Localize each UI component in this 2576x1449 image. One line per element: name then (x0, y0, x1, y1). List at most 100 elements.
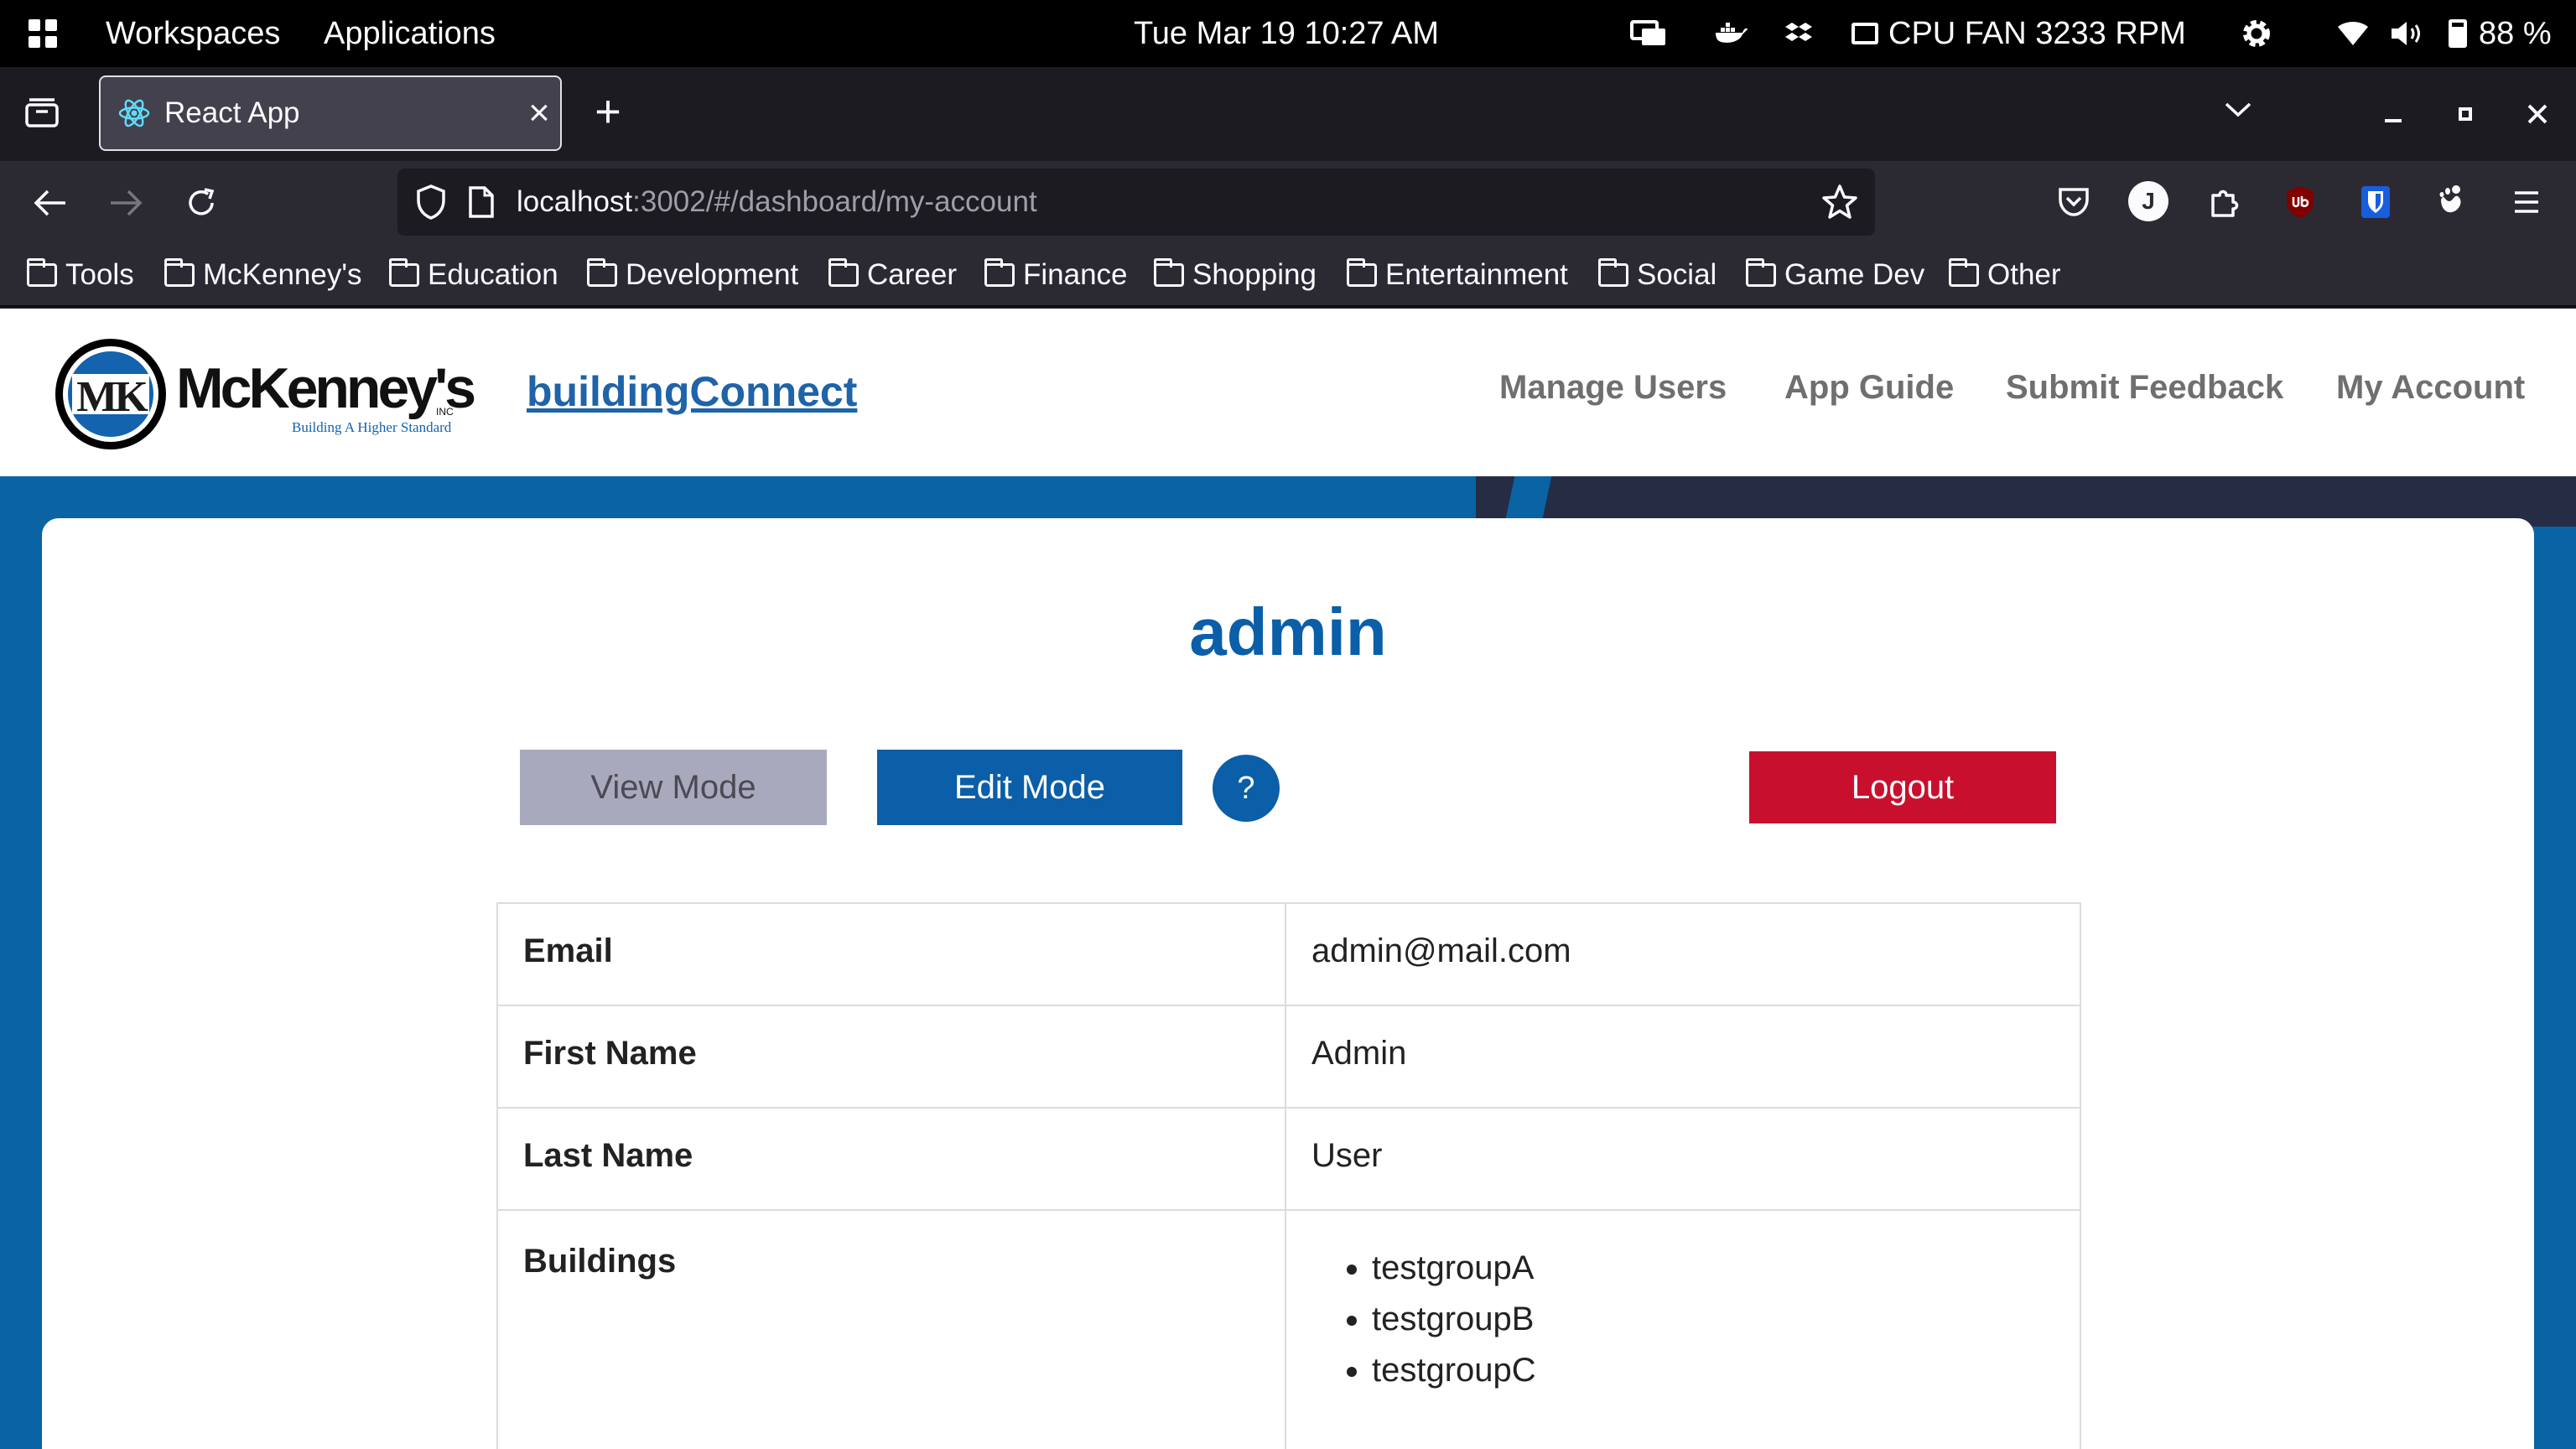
table-row: Buildings testgroupA testgroupB testgrou… (496, 1209, 2081, 1449)
wifi-icon[interactable] (2336, 0, 2370, 67)
reload-icon[interactable] (181, 183, 221, 223)
account-details-table: Email admin@mail.com First Name Admin La… (496, 902, 2081, 1449)
mckenneys-logo[interactable]: MK McKenney's INC Building A Higher Stan… (52, 335, 488, 453)
folder-icon (1154, 258, 1184, 287)
nav-submit-feedback[interactable]: Submit Feedback (2006, 369, 2283, 407)
workspaces-button[interactable]: Workspaces (106, 0, 280, 67)
list-item: testgroupC (1372, 1345, 2054, 1396)
hamburger-menu-icon[interactable] (2506, 181, 2547, 223)
bookmark-folder-career[interactable]: Career (828, 253, 957, 297)
bookmark-label: Shopping (1192, 258, 1317, 291)
bookmark-label: Other (1987, 258, 2061, 291)
account-username-heading: admin (1189, 595, 1387, 669)
system-top-bar: Workspaces Applications Tue Mar 19 10:27… (0, 0, 2576, 67)
page-info-icon[interactable] (468, 185, 495, 219)
bookmark-star-icon[interactable] (1821, 184, 1858, 221)
close-window-icon[interactable] (2521, 97, 2554, 131)
folder-icon (389, 258, 419, 287)
nav-manage-users[interactable]: Manage Users (1499, 369, 1727, 407)
table-row: Last Name User (496, 1107, 2081, 1211)
folder-icon (587, 258, 617, 287)
account-card: admin View Mode Edit Mode ? Logout Email… (42, 518, 2534, 1449)
buildings-label: Buildings (496, 1209, 1286, 1449)
url-host: localhost (517, 185, 633, 218)
bookmark-folder-shopping[interactable]: Shopping (1154, 253, 1317, 297)
app-grid-icon[interactable] (29, 19, 57, 48)
email-label: Email (496, 902, 1286, 1006)
edit-mode-button[interactable]: Edit Mode (877, 750, 1182, 825)
logout-button[interactable]: Logout (1749, 751, 2056, 823)
bookmark-label: Entertainment (1385, 258, 1568, 291)
tab-strip: React App × + (0, 67, 2576, 161)
new-tab-icon[interactable]: + (587, 86, 629, 137)
forward-icon[interactable] (106, 183, 146, 223)
logo-wordmark: McKenney's (176, 356, 476, 420)
bookmark-label: Social (1637, 258, 1717, 291)
pocket-icon[interactable] (2053, 181, 2095, 223)
settings-gear-icon[interactable] (2239, 0, 2274, 67)
tab-title: React App (164, 96, 300, 129)
list-all-tabs-icon[interactable] (2219, 91, 2257, 129)
dropbox-icon[interactable] (1784, 0, 1813, 67)
bookmark-folder-tools[interactable]: Tools (27, 253, 134, 297)
folder-icon (164, 258, 195, 287)
minimize-icon[interactable] (2378, 99, 2408, 129)
logo-inc: INC (436, 406, 454, 418)
maximize-icon[interactable] (2450, 99, 2480, 129)
nav-my-account[interactable]: My Account (2336, 369, 2525, 407)
view-mode-button[interactable]: View Mode (520, 750, 827, 825)
bookmark-folder-social[interactable]: Social (1598, 253, 1716, 297)
bookmark-folder-finance[interactable]: Finance (984, 253, 1128, 297)
battery-indicator[interactable]: 88 % (2449, 0, 2552, 67)
navigation-toolbar: localhost:3002/#/dashboard/my-account J (0, 161, 2576, 243)
buildings-list: testgroupA testgroupB testgroupC (1311, 1243, 2054, 1396)
brand-home-link[interactable]: buildingConnect (527, 367, 857, 416)
logo-initials: MK (76, 373, 148, 421)
docker-icon[interactable] (1714, 0, 1748, 67)
bookmark-folder-other[interactable]: Other (1949, 253, 2061, 297)
bookmark-label: Finance (1023, 258, 1128, 291)
folder-icon (1598, 258, 1628, 287)
bookmark-label: Education (428, 258, 558, 291)
close-tab-icon[interactable]: × (518, 92, 560, 134)
bookmarks-toolbar: Tools McKenney's Education Development C… (0, 243, 2576, 307)
url-bar[interactable]: localhost:3002/#/dashboard/my-account (397, 169, 1875, 236)
list-item: testgroupA (1372, 1243, 2054, 1294)
table-row: Email admin@mail.com (496, 902, 2081, 1006)
folder-icon (1949, 258, 1979, 287)
table-row: First Name Admin (496, 1005, 2081, 1109)
folder-icon (1746, 258, 1776, 287)
nav-app-guide[interactable]: App Guide (1784, 369, 1954, 407)
extensions-puzzle-icon[interactable] (2204, 181, 2246, 223)
help-button[interactable]: ? (1213, 755, 1280, 822)
bitwarden-icon[interactable] (2355, 181, 2397, 223)
back-icon[interactable] (30, 183, 70, 223)
bookmark-folder-development[interactable]: Development (587, 253, 798, 297)
ublock-origin-icon[interactable] (2279, 181, 2321, 223)
bookmark-label: Career (867, 258, 957, 291)
url-text: localhost:3002/#/dashboard/my-account (517, 185, 1037, 219)
bookmark-folder-mckenneys[interactable]: McKenney's (164, 253, 362, 297)
cpu-fan-indicator[interactable]: CPU FAN 3233 RPM (1852, 0, 2186, 67)
folder-icon (984, 258, 1015, 287)
tracking-shield-icon[interactable] (414, 184, 448, 221)
gnome-extensions-icon[interactable] (2430, 181, 2472, 223)
last-name-label: Last Name (496, 1107, 1286, 1211)
tab-react-app[interactable]: React App × (99, 75, 562, 151)
battery-icon (2449, 19, 2467, 48)
email-value: admin@mail.com (1285, 902, 2081, 1006)
tab-overview-icon[interactable] (22, 92, 62, 132)
clock[interactable]: Tue Mar 19 10:27 AM (1134, 0, 1439, 67)
react-icon (117, 96, 151, 130)
buildings-value: testgroupA testgroupB testgroupC (1285, 1209, 2081, 1449)
applications-button[interactable]: Applications (324, 0, 496, 67)
bookmark-folder-education[interactable]: Education (389, 253, 558, 297)
bookmark-folder-game-dev[interactable]: Game Dev (1746, 253, 1924, 297)
bookmark-folder-entertainment[interactable]: Entertainment (1347, 253, 1568, 297)
volume-icon[interactable] (2390, 0, 2425, 67)
first-name-value: Admin (1285, 1005, 2081, 1109)
logo-tagline: Building A Higher Standard (292, 419, 452, 435)
display-icon[interactable] (1630, 0, 1667, 67)
bookmark-label: Game Dev (1784, 258, 1925, 291)
account-avatar-icon[interactable]: J (2128, 181, 2168, 221)
